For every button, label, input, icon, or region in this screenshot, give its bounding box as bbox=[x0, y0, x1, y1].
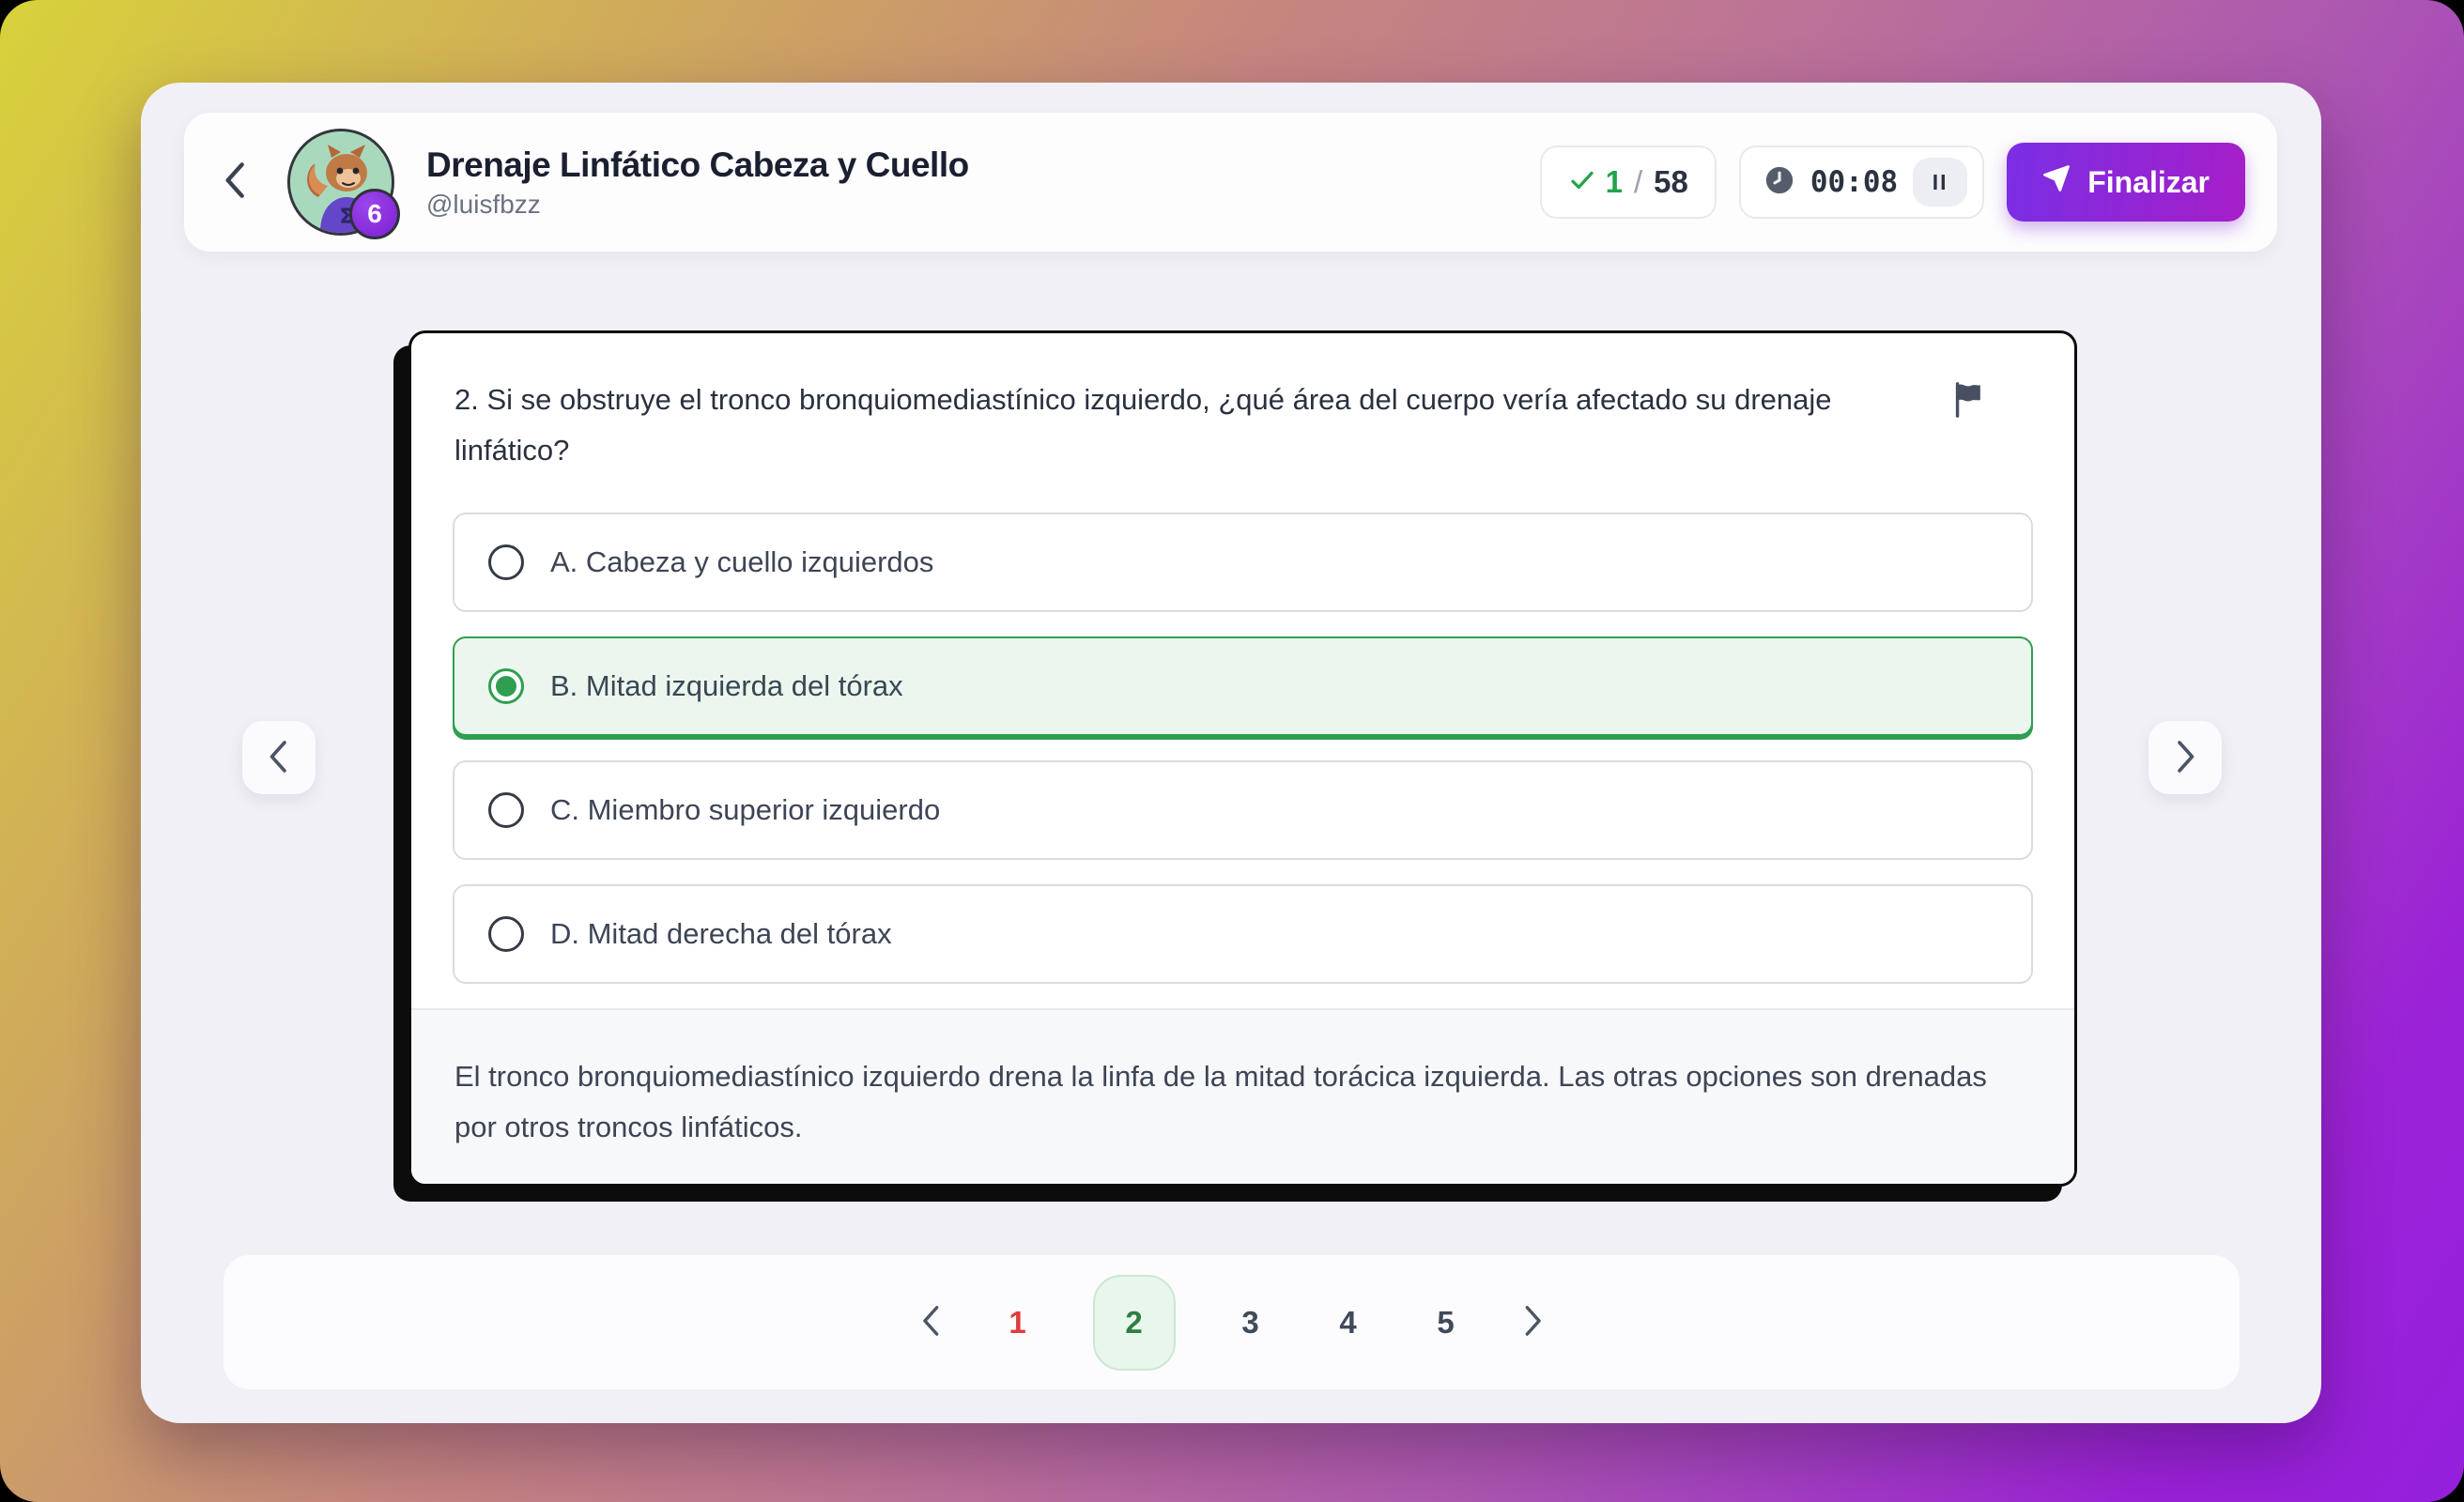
explanation-text: El tronco bronquiomediastínico izquierdo… bbox=[454, 1051, 2025, 1154]
clock-icon bbox=[1763, 164, 1795, 201]
option-label: D. Mitad derecha del tórax bbox=[550, 917, 892, 951]
pagination-next-button[interactable] bbox=[1521, 1305, 1544, 1340]
finish-button[interactable]: Finalizar bbox=[2007, 143, 2245, 222]
timer-value: 00:08 bbox=[1810, 165, 1898, 199]
score-separator: / bbox=[1634, 164, 1642, 200]
page-button-1[interactable]: 1 bbox=[995, 1304, 1040, 1341]
score-pill: 1 / 58 bbox=[1540, 146, 1717, 219]
finish-button-label: Finalizar bbox=[2087, 165, 2210, 200]
send-icon bbox=[2042, 164, 2071, 200]
pagination-bar: 1 2 3 4 5 bbox=[223, 1255, 2240, 1389]
page-button-3[interactable]: 3 bbox=[1228, 1304, 1273, 1341]
prev-question-button[interactable] bbox=[242, 721, 316, 794]
page-button-5[interactable]: 5 bbox=[1424, 1304, 1469, 1341]
options-list: A. Cabeza y cuello izquierdos B. Mitad i… bbox=[411, 490, 2074, 1008]
answer-option-b[interactable]: B. Mitad izquierda del tórax bbox=[453, 636, 2033, 736]
radio-selected-icon bbox=[488, 668, 524, 704]
option-label: C. Miembro superior izquierdo bbox=[550, 793, 940, 827]
chevron-left-icon bbox=[222, 161, 250, 204]
option-label: A. Cabeza y cuello izquierdos bbox=[550, 545, 933, 579]
timer-pill: 00:08 II bbox=[1739, 146, 1984, 219]
answer-option-a[interactable]: A. Cabeza y cuello izquierdos bbox=[453, 513, 2033, 612]
quiz-title: Drenaje Linfático Cabeza y Cuello bbox=[426, 145, 1540, 186]
check-icon bbox=[1568, 166, 1596, 199]
page-button-2[interactable]: 2 bbox=[1093, 1275, 1176, 1371]
next-question-button[interactable] bbox=[2148, 721, 2222, 794]
gradient-background: Σ 6 Drenaje Linfático Cabeza y Cuello @l… bbox=[0, 0, 2464, 1502]
question-header: 2. Si se obstruye el tronco bronquiomedi… bbox=[411, 333, 2074, 490]
flag-icon bbox=[1951, 407, 1985, 421]
option-label: B. Mitad izquierda del tórax bbox=[550, 669, 903, 703]
chevron-left-icon bbox=[267, 740, 291, 776]
chevron-left-icon bbox=[920, 1305, 943, 1340]
radio-unselected-icon bbox=[488, 544, 524, 580]
explanation-panel: El tronco bronquiomediastínico izquierdo… bbox=[411, 1008, 2074, 1185]
flag-button[interactable] bbox=[1948, 380, 1989, 421]
pagination-prev-button[interactable] bbox=[920, 1305, 943, 1340]
score-total: 58 bbox=[1654, 164, 1688, 200]
avatar: Σ 6 bbox=[287, 129, 394, 236]
back-button[interactable] bbox=[184, 113, 287, 252]
radio-unselected-icon bbox=[488, 916, 524, 952]
radio-unselected-icon bbox=[488, 792, 524, 828]
question-text: 2. Si se obstruye el tronco bronquiomedi… bbox=[454, 375, 1919, 477]
answer-option-c[interactable]: C. Miembro superior izquierdo bbox=[453, 760, 2033, 860]
chevron-right-icon bbox=[1521, 1305, 1544, 1340]
quiz-header: Σ 6 Drenaje Linfático Cabeza y Cuello @l… bbox=[184, 113, 2277, 252]
chevron-right-icon bbox=[2173, 740, 2197, 776]
answer-option-d[interactable]: D. Mitad derecha del tórax bbox=[453, 884, 2033, 984]
title-block: Drenaje Linfático Cabeza y Cuello @luisf… bbox=[426, 145, 1540, 220]
question-card: 2. Si se obstruye el tronco bronquiomedi… bbox=[408, 330, 2077, 1187]
pause-button[interactable]: II bbox=[1913, 158, 1967, 207]
score-current: 1 bbox=[1606, 164, 1623, 200]
level-badge: 6 bbox=[349, 189, 400, 239]
page-button-4[interactable]: 4 bbox=[1326, 1304, 1371, 1341]
app-window: Σ 6 Drenaje Linfático Cabeza y Cuello @l… bbox=[141, 83, 2321, 1423]
quiz-author: @luisfbzz bbox=[426, 190, 1540, 220]
